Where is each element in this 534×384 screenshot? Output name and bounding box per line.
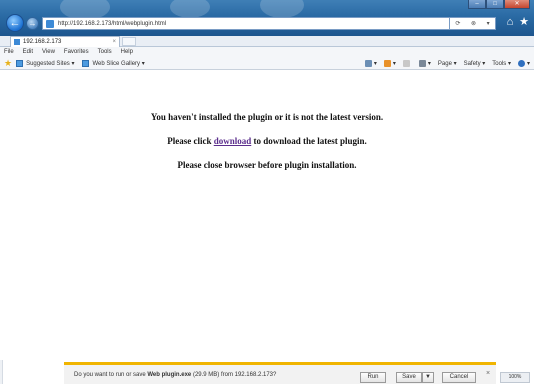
command-bar: ▾ ▾ ▾ Page ▾ Safety ▾ Tools ▾ ▾ (358, 57, 530, 70)
suggested-sites-icon (16, 59, 24, 67)
close-browser-instruction: Please close browser before plugin insta… (177, 160, 357, 170)
feeds-command[interactable]: ▾ (383, 60, 396, 67)
back-arrow-icon: ← (9, 17, 21, 29)
run-button[interactable]: Run (360, 372, 386, 383)
plugin-not-installed-message: You haven't installed the plugin or it i… (150, 112, 384, 122)
notification-message: Do you want to run or save Web plugin.ex… (74, 372, 276, 378)
download-link[interactable]: download (214, 136, 252, 146)
address-url[interactable]: http://192.168.2.173/html/webplugin.html (58, 21, 166, 27)
print-command[interactable]: ▾ (418, 60, 431, 67)
notification-text-before: Do you want to run or save (74, 371, 148, 378)
favorites-star-icon[interactable]: ★ (4, 58, 12, 69)
save-dropdown-button[interactable]: ▼ (422, 372, 434, 383)
forward-arrow-icon: → (28, 19, 37, 28)
tab-active[interactable]: 192.168.2.173 × (10, 36, 120, 47)
minimize-button[interactable]: – (468, 0, 486, 9)
zoom-level[interactable]: 100% (500, 372, 530, 383)
favorites-bar: ★ Suggested Sites ▾ Web Slice Gallery ▾ … (0, 57, 534, 70)
new-tab-button[interactable] (122, 37, 136, 46)
mail-command[interactable] (402, 60, 412, 67)
tools-menu[interactable]: Tools ▾ (492, 60, 511, 67)
save-button[interactable]: Save (396, 372, 422, 383)
titlebar-glow (170, 0, 210, 18)
address-bar[interactable]: http://192.168.2.173/html/webplugin.html (42, 17, 450, 30)
menu-help[interactable]: Help (121, 49, 133, 55)
address-bar-tools: ⟳ ⊗ ▾ (450, 17, 496, 30)
menu-tools[interactable]: Tools (98, 49, 112, 55)
home-command[interactable]: ▾ (364, 60, 377, 67)
browser-title-bar: – □ ✕ ← → http://192.168.2.173/html/webp… (0, 0, 534, 36)
menu-file[interactable]: File (4, 49, 14, 55)
tab-row: 192.168.2.173 × (0, 36, 534, 47)
download-instruction: Please click download to download the la… (0, 136, 534, 146)
tab-title: 192.168.2.173 (23, 39, 62, 45)
stop-icon[interactable]: ⊗ (471, 20, 476, 27)
print-icon (418, 60, 426, 67)
favorites-suggested-sites[interactable]: Suggested Sites ▾ (16, 59, 75, 67)
tab-favicon-icon (14, 39, 20, 45)
help-command[interactable]: ▾ (517, 60, 530, 67)
safety-menu[interactable]: Safety ▾ (464, 60, 486, 67)
home-small-icon (364, 60, 372, 67)
web-slice-icon (82, 59, 90, 67)
menu-bar: File Edit View Favorites Tools Help (0, 47, 534, 57)
titlebar-glow (260, 0, 304, 18)
download-notification-bar: Do you want to run or save Web plugin.ex… (64, 362, 496, 384)
download-text-before: Please click (167, 136, 214, 146)
menu-edit[interactable]: Edit (23, 49, 33, 55)
notification-filename: Web plugin.exe (147, 371, 192, 378)
refresh-icon[interactable]: ⟳ (455, 20, 460, 27)
address-dropdown-icon[interactable]: ▾ (487, 20, 490, 27)
help-icon (517, 60, 525, 67)
maximize-button[interactable]: □ (486, 0, 504, 9)
rss-icon (383, 60, 391, 67)
favorites-star-icon[interactable]: ★ (518, 16, 530, 29)
suggested-sites-label: Suggested Sites ▾ (26, 60, 75, 67)
tab-close-icon[interactable]: × (112, 39, 116, 45)
window-controls: – □ ✕ (468, 0, 530, 9)
mail-icon (402, 60, 410, 67)
cancel-button[interactable]: Cancel (442, 372, 476, 383)
favorites-web-slice-gallery[interactable]: Web Slice Gallery ▾ (82, 59, 145, 67)
download-text-after: to download the latest plugin. (251, 136, 367, 146)
page-menu[interactable]: Page ▾ (438, 60, 457, 67)
forward-button[interactable]: → (26, 17, 39, 30)
close-window-button[interactable]: ✕ (504, 0, 530, 9)
menu-favorites[interactable]: Favorites (64, 49, 89, 55)
notification-close-icon[interactable]: × (486, 370, 490, 377)
site-favicon-icon (46, 19, 54, 28)
home-icon[interactable]: ⌂ (504, 16, 516, 29)
web-slice-label: Web Slice Gallery ▾ (92, 60, 145, 67)
page-content: You haven't installed the plugin or it i… (0, 70, 534, 360)
menu-view[interactable]: View (42, 49, 55, 55)
notification-text-after: (29.9 MB) from 192.168.2.173? (191, 371, 277, 378)
back-button[interactable]: ← (6, 14, 24, 32)
